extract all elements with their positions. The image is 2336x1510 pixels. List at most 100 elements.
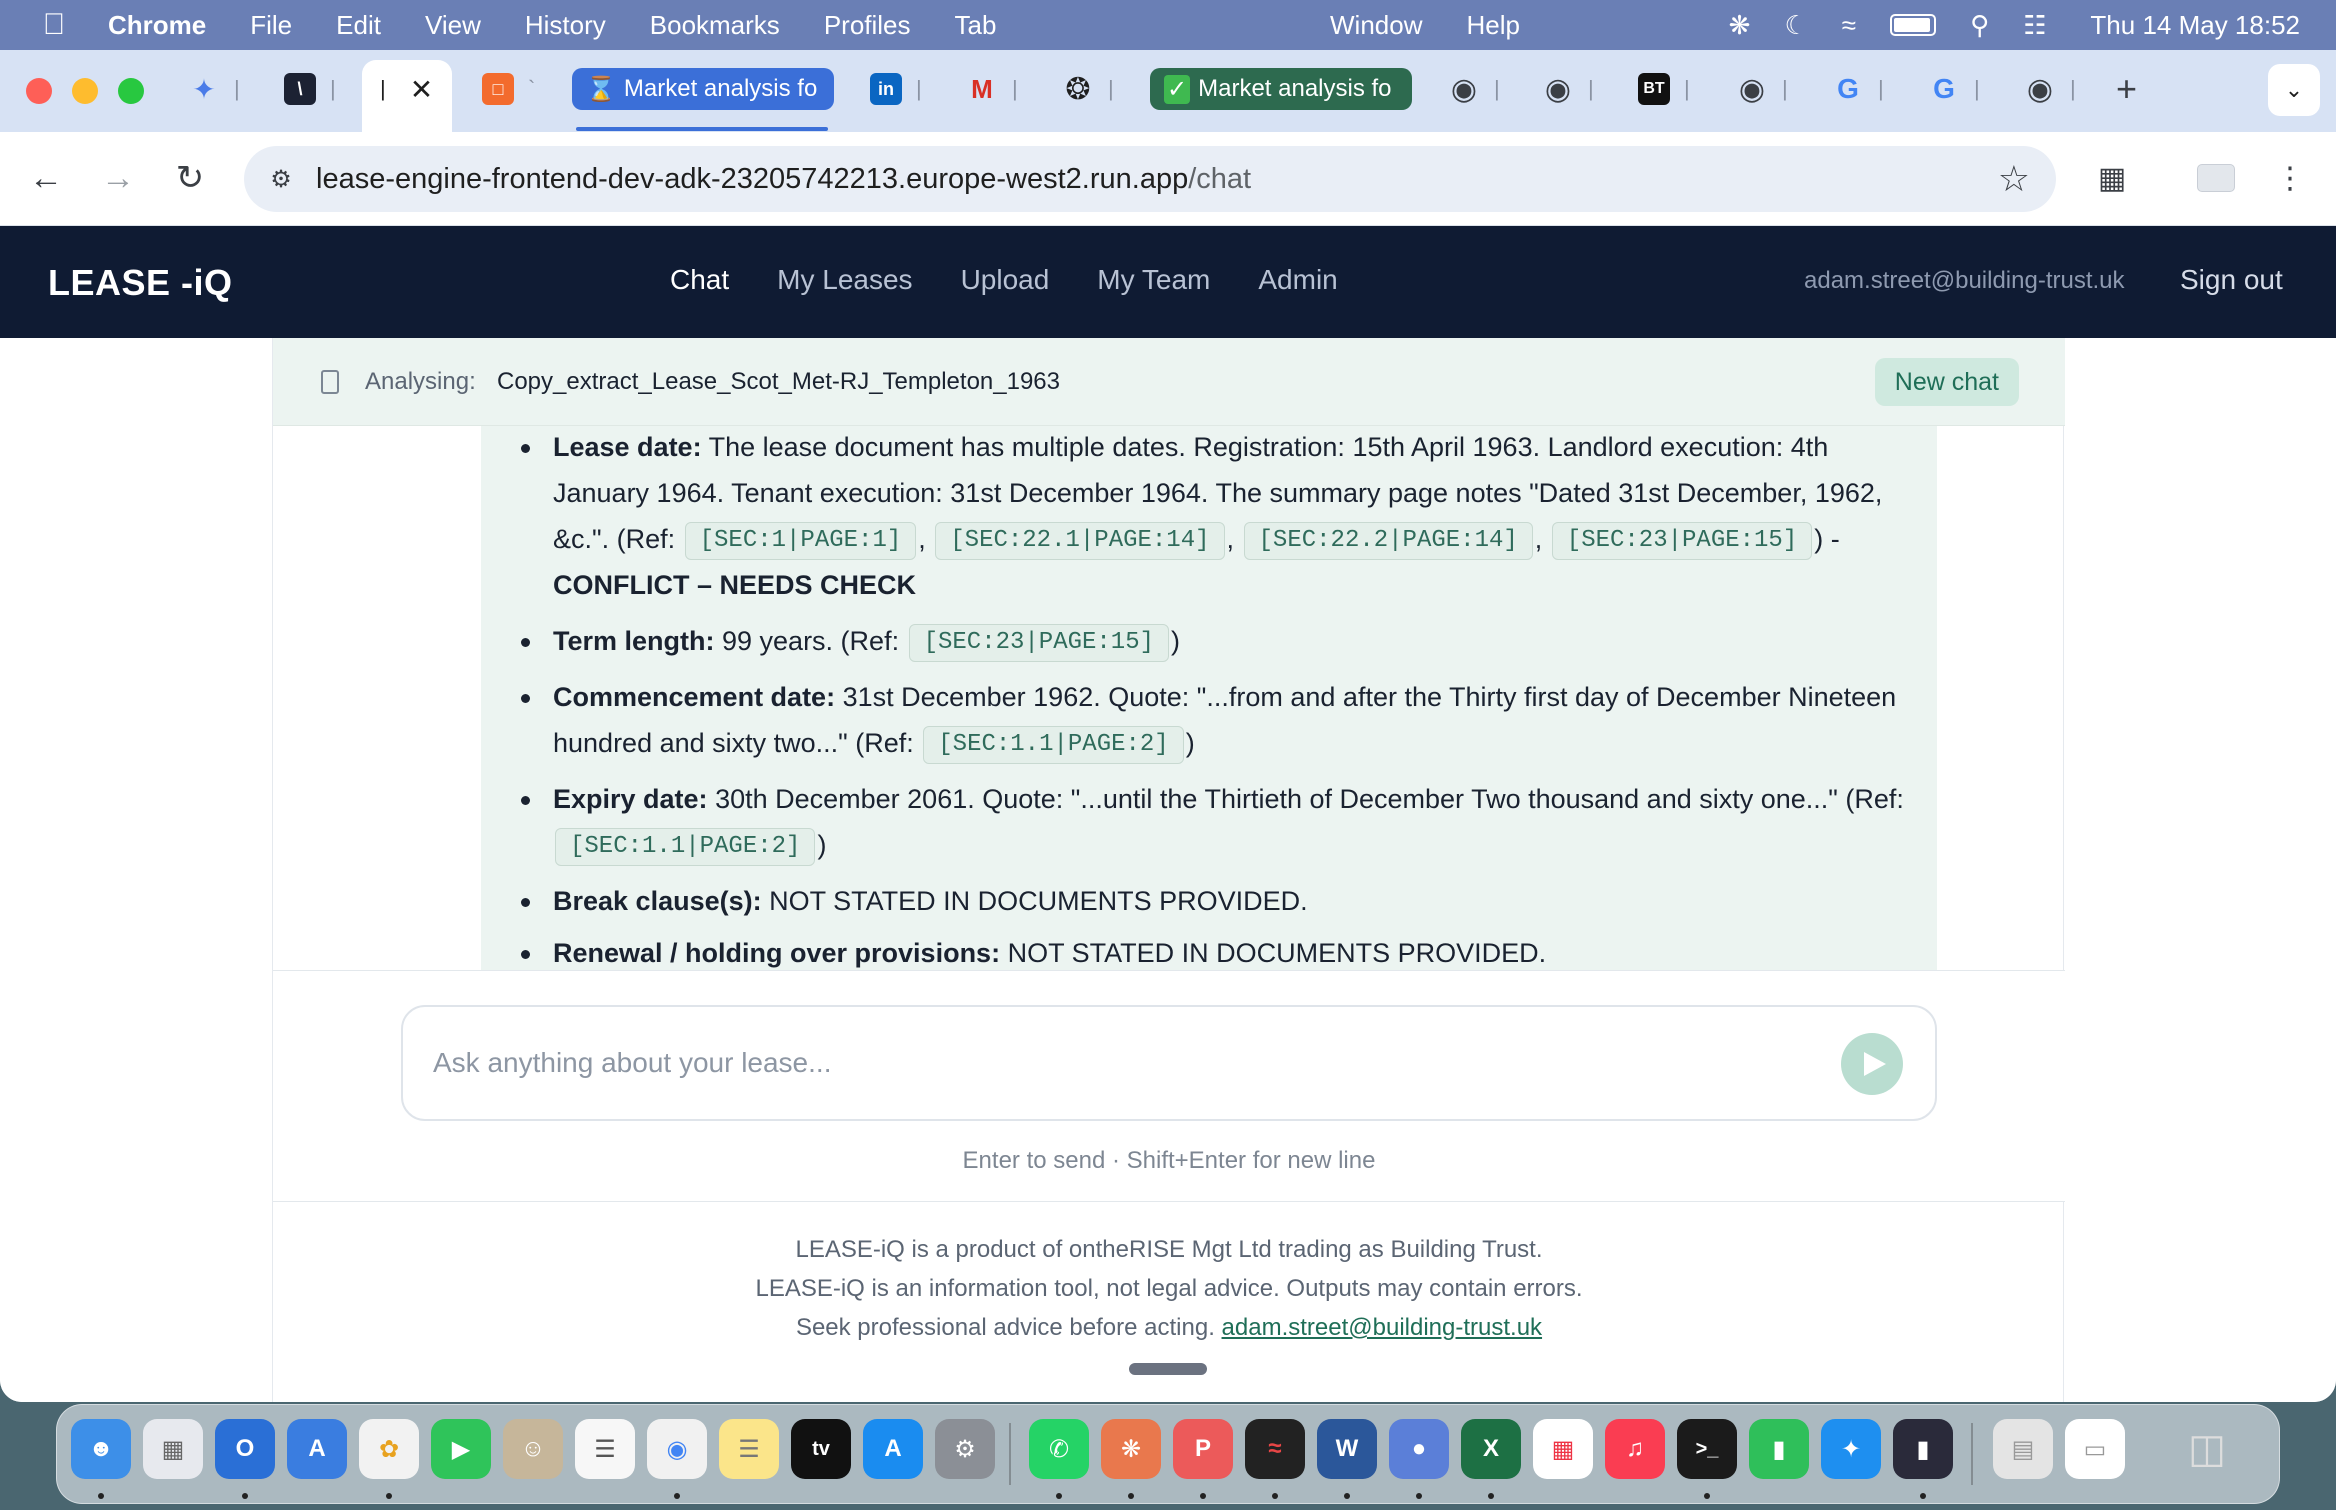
tab-globe-4[interactable]: ◉ |: [2024, 68, 2076, 110]
word-icon[interactable]: W: [1317, 1419, 1377, 1479]
preview-file-icon[interactable]: ▤: [1993, 1419, 2053, 1479]
app-logo[interactable]: LEASE -iQ: [48, 262, 233, 304]
spotlight-search-icon[interactable]: ⚲: [1970, 10, 1989, 41]
ai-assistant-icon[interactable]: ●: [1389, 1419, 1449, 1479]
tab-globe-3[interactable]: ◉ |: [1736, 68, 1788, 110]
tab-bookmark-app[interactable]: □ `: [482, 68, 535, 110]
system-settings-icon[interactable]: ⚙: [935, 1419, 995, 1479]
scroll-handle[interactable]: [1129, 1363, 1207, 1375]
nav-my-leases[interactable]: My Leases: [777, 264, 912, 296]
terminal-icon[interactable]: >_: [1677, 1419, 1737, 1479]
contacts-icon[interactable]: ☺: [503, 1419, 563, 1479]
music-icon[interactable]: ♫: [1605, 1419, 1665, 1479]
chrome-icon[interactable]: ◉: [647, 1419, 707, 1479]
menu-window[interactable]: Window: [1330, 10, 1422, 41]
tab-current[interactable]: | ✕: [380, 68, 433, 110]
forward-button[interactable]: →: [94, 154, 142, 202]
battery-icon[interactable]: [1890, 14, 1937, 36]
menu-file[interactable]: File: [250, 10, 292, 41]
new-tab-button[interactable]: +: [2116, 68, 2137, 110]
bt-icon: BT: [1638, 73, 1670, 105]
menu-history[interactable]: History: [525, 10, 606, 41]
wifi-icon[interactable]: ≈: [1842, 10, 1856, 41]
reference-chip[interactable]: [SEC:22.1|PAGE:14]: [935, 521, 1225, 560]
bookmark-star-icon[interactable]: ☆: [1998, 158, 2030, 200]
perplexity-status-icon[interactable]: ❋: [1729, 10, 1751, 41]
menu-edit[interactable]: Edit: [336, 10, 381, 41]
minimize-window-button[interactable]: [72, 78, 98, 104]
site-settings-icon[interactable]: ⚙: [262, 160, 300, 198]
tab-market-analysis-2[interactable]: ✓ Market analysis fo: [1150, 68, 1412, 110]
notes-icon[interactable]: ☰: [719, 1419, 779, 1479]
excel-icon[interactable]: X: [1461, 1419, 1521, 1479]
whatsapp-icon[interactable]: ✆: [1029, 1419, 1089, 1479]
safari-icon[interactable]: ✦: [1821, 1419, 1881, 1479]
menu-tab[interactable]: Tab: [955, 10, 997, 41]
address-bar[interactable]: ⚙ lease-engine-frontend-dev-adk-23205742…: [244, 146, 2056, 212]
nav-upload[interactable]: Upload: [961, 264, 1050, 296]
claude-icon[interactable]: ❋: [1101, 1419, 1161, 1479]
numbers-icon[interactable]: ▮: [1749, 1419, 1809, 1479]
nav-chat[interactable]: Chat: [670, 264, 729, 296]
tab-gmail[interactable]: M |: [966, 68, 1018, 110]
activity-monitor-icon[interactable]: ▮: [1893, 1419, 1953, 1479]
app-store-icon[interactable]: A: [863, 1419, 923, 1479]
menu-help[interactable]: Help: [1466, 10, 1519, 41]
extensions-puzzle-icon[interactable]: ▦: [2088, 154, 2136, 202]
tab-search-button[interactable]: ⌄: [2268, 64, 2320, 116]
launchpad-icon[interactable]: ▦: [143, 1419, 203, 1479]
menubar-clock[interactable]: Thu 14 May 18:52: [2090, 10, 2300, 41]
tab-gemini[interactable]: ✦ |: [188, 68, 239, 110]
send-button[interactable]: [1841, 1033, 1903, 1095]
profile-avatar[interactable]: [2192, 154, 2240, 202]
finder-icon[interactable]: ☻: [71, 1419, 131, 1479]
app-icon[interactable]: A: [287, 1419, 347, 1479]
close-tab-icon[interactable]: ✕: [410, 73, 433, 106]
tab-bt[interactable]: BT |: [1638, 68, 1690, 110]
reference-chip[interactable]: [SEC:23|PAGE:15]: [908, 623, 1170, 662]
more-menu-icon[interactable]: ⋮: [2266, 154, 2314, 202]
reference-chip[interactable]: [SEC:1|PAGE:1]: [684, 521, 917, 560]
tab-google-2[interactable]: G |: [1928, 68, 1980, 110]
voice-memos-icon[interactable]: ≈: [1245, 1419, 1305, 1479]
nav-admin[interactable]: Admin: [1258, 264, 1337, 296]
tab-linear[interactable]: \ |: [284, 68, 336, 110]
calendar-icon[interactable]: ▦: [1533, 1419, 1593, 1479]
focus-moon-icon[interactable]: ☾: [1784, 10, 1807, 41]
reference-chip[interactable]: [SEC:23|PAGE:15]: [1551, 521, 1813, 560]
tab-globe-1[interactable]: ◉ |: [1448, 68, 1500, 110]
apple-tv-icon[interactable]: tv: [791, 1419, 851, 1479]
menu-profiles[interactable]: Profiles: [824, 10, 911, 41]
reference-chip[interactable]: [SEC:22.2|PAGE:14]: [1243, 521, 1533, 560]
reload-button[interactable]: ↻: [166, 154, 214, 202]
menu-app-chrome[interactable]: Chrome: [108, 10, 206, 41]
photos-icon[interactable]: ✿: [359, 1419, 419, 1479]
apple-icon[interactable]: : [24, 8, 84, 42]
pdf-app-icon[interactable]: P: [1173, 1419, 1233, 1479]
chat-input[interactable]: [433, 1037, 1813, 1089]
reference-chip[interactable]: [SEC:1.1|PAGE:2]: [555, 827, 816, 866]
close-window-button[interactable]: [26, 78, 52, 104]
tab-market-analysis-1[interactable]: ⌛ Market analysis fo: [572, 68, 834, 110]
tab-google-1[interactable]: G |: [1832, 68, 1884, 110]
reference-chip[interactable]: [SEC:1.1|PAGE:2]: [923, 725, 1184, 764]
reminders-icon[interactable]: ☰: [575, 1419, 635, 1479]
sign-out-button[interactable]: Sign out: [2180, 264, 2283, 296]
document-stack-icon[interactable]: ▭: [2065, 1419, 2125, 1479]
url-text[interactable]: lease-engine-frontend-dev-adk-2320574221…: [316, 163, 1251, 196]
back-button[interactable]: ←: [22, 154, 70, 202]
menu-bookmarks[interactable]: Bookmarks: [650, 10, 780, 41]
tab-linkedin[interactable]: in |: [870, 68, 922, 110]
tab-globe-2[interactable]: ◉ |: [1542, 68, 1594, 110]
nav-my-team[interactable]: My Team: [1097, 264, 1210, 296]
maximize-window-button[interactable]: [118, 78, 144, 104]
outlook-icon[interactable]: O: [215, 1419, 275, 1479]
menu-view[interactable]: View: [425, 10, 481, 41]
tab-openai[interactable]: ❂ |: [1062, 68, 1113, 110]
trash-icon[interactable]: ◫: [2177, 1419, 2237, 1479]
new-chat-button[interactable]: New chat: [1874, 358, 2019, 406]
control-center-icon[interactable]: ☷: [2023, 10, 2046, 41]
composer-hint: Enter to send · Shift+Enter for new line: [962, 1147, 1376, 1174]
facetime-icon[interactable]: ▶: [431, 1419, 491, 1479]
footer-email-link[interactable]: adam.street@building-trust.uk: [1222, 1314, 1543, 1341]
